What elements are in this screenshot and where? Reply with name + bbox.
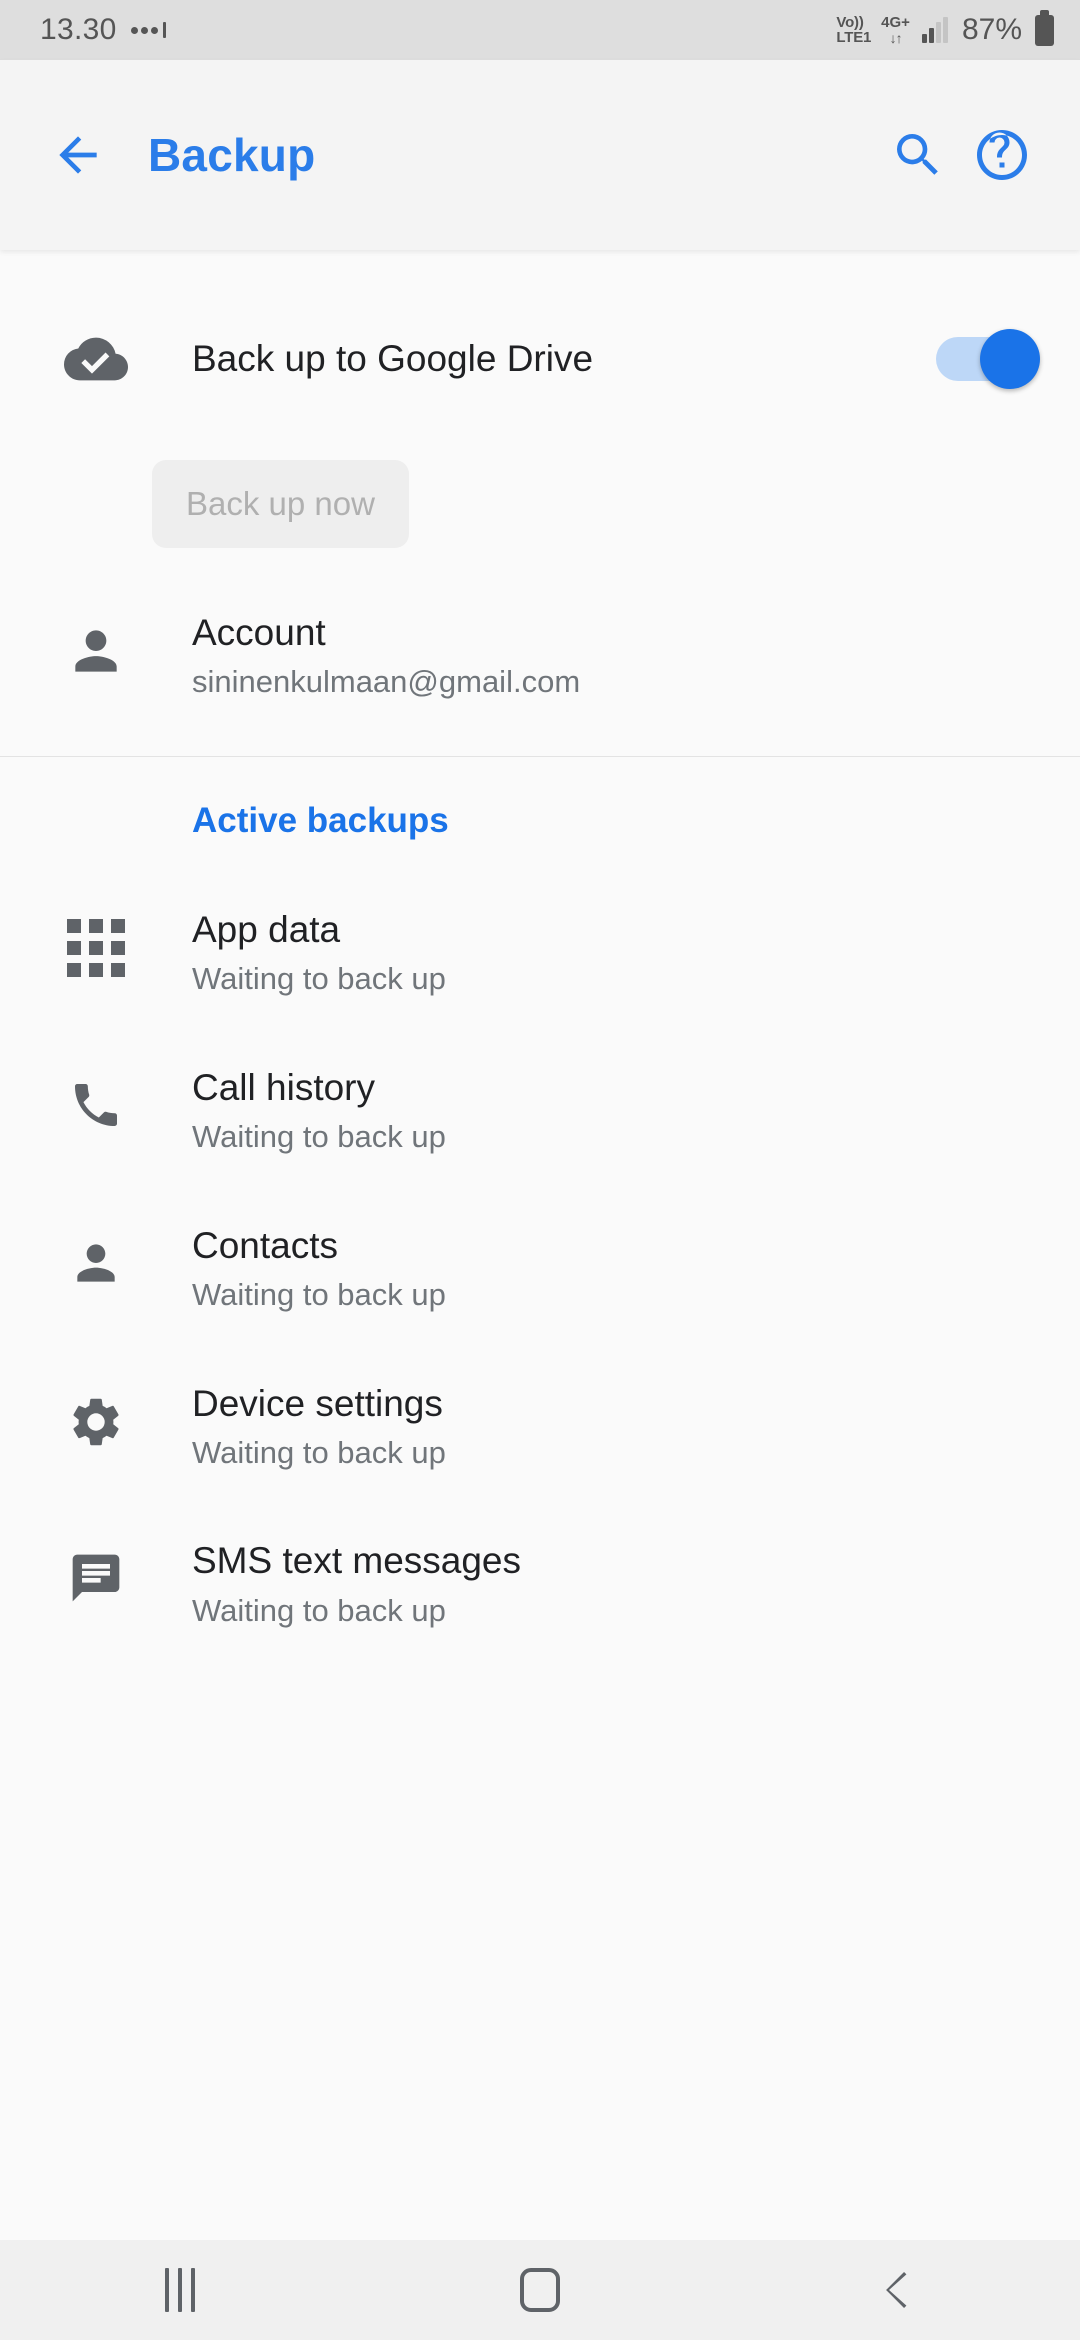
app-bar: Backup: [0, 60, 1080, 250]
status-bar-right: Vo)) LTE1 4G+ ↓↑ 87%: [836, 9, 1054, 46]
back-button[interactable]: [40, 117, 116, 193]
person-icon: [77, 1243, 115, 1282]
account-body: Account sininenkulmaan@gmail.com: [152, 610, 1040, 702]
cloud-check-icon-wrap: [40, 327, 152, 391]
nav-back-button[interactable]: [820, 2240, 980, 2340]
backup-item-body: Contacts Waiting to back up: [152, 1223, 1040, 1315]
data-transfer-arrows-icon: ↓↑: [889, 29, 903, 46]
status-clock: 13.30: [40, 13, 117, 46]
backup-item-status: Waiting to back up: [192, 1118, 446, 1154]
home-icon: [520, 2268, 560, 2312]
status-bar-left: 13.30: [40, 15, 166, 45]
settings-content: Back up to Google Drive Back up now Acco…: [0, 250, 1080, 2240]
help-circle-icon: [977, 130, 1027, 180]
apps-grid-icon: [67, 918, 125, 977]
backup-now-button[interactable]: Back up now: [152, 460, 409, 548]
back-arrow-icon: [59, 136, 97, 174]
cloud-check-icon: [64, 337, 128, 381]
volte-bottom-label: LTE1: [836, 29, 872, 46]
status-bar: 13.30 Vo)) LTE1 4G+ ↓↑ 87%: [0, 0, 1080, 60]
apps-grid-icon-wrap: [40, 907, 152, 977]
signal-strength-icon: [921, 17, 948, 43]
active-backups-list: App data Waiting to back up Call history…: [0, 841, 1080, 1660]
help-button[interactable]: [960, 113, 1044, 197]
message-icon-wrap: [40, 1538, 152, 1606]
volte-indicator: Vo)) LTE1: [836, 13, 872, 46]
battery-percent-label: 87%: [961, 13, 1022, 46]
recents-icon: [165, 2268, 195, 2312]
backup-item-contacts[interactable]: Contacts Waiting to back up: [0, 1187, 1080, 1345]
recents-button[interactable]: [100, 2240, 260, 2340]
backup-item-status: Waiting to back up: [192, 961, 446, 996]
navigation-bar: [0, 2240, 1080, 2340]
home-button[interactable]: [460, 2240, 620, 2340]
backup-item-title: SMS text messages: [192, 1540, 522, 1582]
message-icon: [72, 1555, 120, 1602]
backup-item-device-settings[interactable]: Device settings Waiting to back up: [0, 1345, 1080, 1503]
backup-item-status: Waiting to back up: [192, 1276, 446, 1312]
backup-item-call-history[interactable]: Call history Waiting to back up: [0, 1029, 1080, 1187]
backup-item-body: Device settings Waiting to back up: [152, 1381, 1040, 1473]
backup-item-body: App data Waiting to back up: [152, 907, 1040, 999]
nav-back-icon: [886, 2272, 907, 2308]
backup-item-body: SMS text messages Waiting to back up: [152, 1538, 1040, 1630]
backup-item-title: App data: [192, 908, 341, 950]
backup-to-drive-toggle[interactable]: [936, 329, 1040, 389]
backup-item-status: Waiting to back up: [192, 1592, 446, 1628]
backup-item-app-data[interactable]: App data Waiting to back up: [0, 871, 1080, 1029]
person-icon-wrap: [40, 1223, 152, 1291]
toggle-knob: [980, 329, 1040, 389]
backup-to-drive-label: Back up to Google Drive: [192, 338, 594, 379]
search-icon: [897, 134, 938, 175]
backup-now-wrapper: Back up now: [0, 420, 1080, 548]
backup-item-title: Call history: [192, 1066, 375, 1108]
page-title: Backup: [148, 129, 316, 181]
battery-icon: [1035, 9, 1054, 46]
settings-gear-icon-wrap: [40, 1381, 152, 1451]
network-indicator: 4G+ ↓↑: [881, 15, 910, 45]
account-circle-icon: [75, 630, 117, 672]
more-dots-icon: [130, 15, 166, 45]
backup-item-title: Contacts: [192, 1224, 339, 1266]
phone-icon: [75, 1083, 117, 1126]
backup-item-status: Waiting to back up: [192, 1434, 446, 1470]
backup-to-drive-row[interactable]: Back up to Google Drive: [0, 298, 1080, 420]
settings-gear-icon: [73, 1398, 119, 1445]
phone-icon-wrap: [40, 1065, 152, 1133]
volte-top-label: Vo)): [836, 13, 864, 31]
account-circle-icon-wrap: [40, 610, 152, 682]
network-type-label: 4G+: [881, 14, 910, 32]
backup-item-body: Call history Waiting to back up: [152, 1065, 1040, 1157]
backup-item-title: Device settings: [192, 1382, 443, 1424]
backup-item-sms[interactable]: SMS text messages Waiting to back up: [0, 1502, 1080, 1660]
search-button[interactable]: [876, 113, 960, 197]
account-email: sininenkulmaan@gmail.com: [192, 664, 581, 700]
active-backups-header: Active backups: [192, 800, 449, 840]
account-title: Account: [192, 612, 326, 653]
phone-screen: 13.30 Vo)) LTE1 4G+ ↓↑ 87% Backup Back u…: [0, 0, 1080, 2340]
account-row[interactable]: Account sininenkulmaan@gmail.com: [0, 548, 1080, 756]
